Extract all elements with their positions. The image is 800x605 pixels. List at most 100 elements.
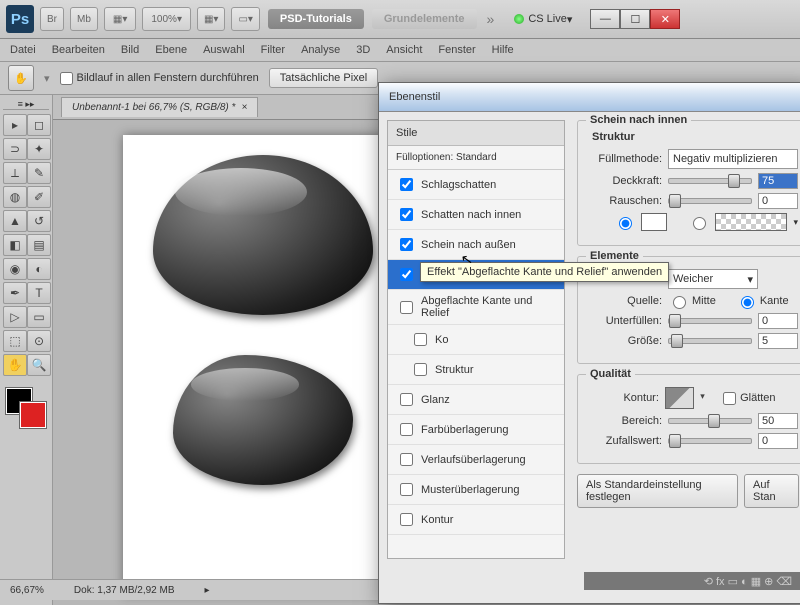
workspace-tab[interactable]: Grundelemente: [372, 9, 477, 29]
arrange-button[interactable]: ▦▾: [197, 7, 225, 31]
layers-panel-footer[interactable]: ⟲ fx ▭ ◐ ▦ ⊕ ⌫: [584, 572, 800, 590]
style-item[interactable]: Schatten nach innen: [388, 200, 564, 230]
tab-close-icon[interactable]: ×: [241, 102, 247, 113]
workspace-tab-active[interactable]: PSD-Tutorials: [268, 9, 364, 29]
lasso-tool[interactable]: ⊃: [3, 138, 27, 160]
technique-dropdown[interactable]: Weicher▾: [668, 269, 758, 289]
menu-analyse[interactable]: Analyse: [301, 44, 340, 56]
style-item[interactable]: Schein nach außen: [388, 230, 564, 260]
source-edge-radio[interactable]: Kante: [736, 293, 789, 309]
stamp-tool[interactable]: ▲: [3, 210, 27, 232]
3d-camera-tool[interactable]: ⊙: [27, 330, 51, 352]
menu-ebene[interactable]: Ebene: [155, 44, 187, 56]
fill-options[interactable]: Fülloptionen: Standard: [388, 146, 564, 170]
dodge-tool[interactable]: ◐: [27, 258, 51, 280]
antialias-checkbox[interactable]: Glätten: [723, 392, 798, 405]
menu-fenster[interactable]: Fenster: [438, 44, 475, 56]
struktur-heading: Struktur: [592, 131, 798, 143]
pen-tool[interactable]: ✒: [3, 282, 27, 304]
bridge-button[interactable]: Br: [40, 7, 64, 31]
size-value[interactable]: 5: [758, 333, 798, 349]
shape-tool[interactable]: ▭: [27, 306, 51, 328]
actual-pixels-button[interactable]: Tatsächliche Pixel: [269, 68, 378, 88]
menu-auswahl[interactable]: Auswahl: [203, 44, 245, 56]
make-default-button[interactable]: Als Standardeinstellung festlegen: [577, 474, 738, 508]
screen-mode-button[interactable]: ▭▾: [231, 7, 259, 31]
size-slider[interactable]: [668, 338, 752, 344]
zoom-tool[interactable]: 🔍: [27, 354, 51, 376]
style-item[interactable]: Kontur: [388, 505, 564, 535]
menu-3d[interactable]: 3D: [356, 44, 370, 56]
style-list: Stile Fülloptionen: Standard Schlagschat…: [387, 120, 565, 559]
healing-tool[interactable]: ◍: [3, 186, 27, 208]
close-button[interactable]: ✕: [650, 9, 680, 29]
style-item[interactable]: Glanz: [388, 385, 564, 415]
brush-tool[interactable]: ✐: [27, 186, 51, 208]
jitter-value[interactable]: 0: [758, 433, 798, 449]
crop-tool[interactable]: ⟂: [3, 162, 27, 184]
style-list-header[interactable]: Stile: [388, 121, 564, 146]
menu-bearbeiten[interactable]: Bearbeiten: [52, 44, 105, 56]
reset-default-button[interactable]: Auf Stan: [744, 474, 799, 508]
status-zoom[interactable]: 66,67%: [10, 585, 44, 596]
zoom-selector[interactable]: 100% ▾: [142, 7, 191, 31]
hand-tool-icon[interactable]: ✋: [8, 65, 34, 91]
menu-datei[interactable]: Datei: [10, 44, 36, 56]
color-swatches[interactable]: [6, 388, 46, 428]
view-selector[interactable]: ▦▾: [104, 7, 136, 31]
eyedropper-tool[interactable]: ✎: [27, 162, 51, 184]
app-titlebar: Ps Br Mb ▦▾ 100% ▾ ▦▾ ▭▾ PSD-Tutorials G…: [0, 0, 800, 39]
path-tool[interactable]: ▷: [3, 306, 27, 328]
canvas[interactable]: [123, 135, 403, 595]
noise-value[interactable]: 0: [758, 193, 798, 209]
blend-mode-dropdown[interactable]: Negativ multiplizieren: [668, 149, 798, 169]
choke-value[interactable]: 0: [758, 313, 798, 329]
gradient-radio[interactable]: [688, 214, 709, 230]
style-item[interactable]: Abgeflachte Kante und Relief: [388, 290, 564, 325]
style-item[interactable]: Schlagschatten: [388, 170, 564, 200]
menu-bild[interactable]: Bild: [121, 44, 139, 56]
tooltip: Effekt "Abgeflachte Kante und Relief" an…: [420, 262, 669, 282]
cs-live-button[interactable]: CS Live ▾: [514, 13, 572, 26]
type-tool[interactable]: T: [27, 282, 51, 304]
status-dok: Dok: 1,37 MB/2,92 MB: [74, 585, 175, 596]
style-item[interactable]: Musterüberlagerung: [388, 475, 564, 505]
menu-filter[interactable]: Filter: [261, 44, 285, 56]
marquee-tool[interactable]: ◻: [27, 114, 51, 136]
style-item[interactable]: Verlaufsüberlagerung: [388, 445, 564, 475]
range-value[interactable]: 50: [758, 413, 798, 429]
gradient-swatch[interactable]: [715, 213, 788, 231]
opacity-slider[interactable]: [668, 178, 752, 184]
maximize-button[interactable]: ☐: [620, 9, 650, 29]
noise-slider[interactable]: [668, 198, 752, 204]
dialog-titlebar[interactable]: Ebenenstil: [379, 83, 800, 112]
style-item[interactable]: Ko: [388, 325, 564, 355]
history-brush-tool[interactable]: ↺: [27, 210, 51, 232]
menu-bar: Datei Bearbeiten Bild Ebene Auswahl Filt…: [0, 39, 800, 62]
document-tab[interactable]: Unbenannt-1 bei 66,7% (S, RGB/8) *×: [61, 97, 258, 117]
menu-hilfe[interactable]: Hilfe: [492, 44, 514, 56]
color-swatch[interactable]: [641, 213, 667, 231]
minibridge-button[interactable]: Mb: [70, 7, 98, 31]
source-center-radio[interactable]: Mitte: [668, 293, 716, 309]
3d-tool[interactable]: ⬚: [3, 330, 27, 352]
style-item[interactable]: Struktur: [388, 355, 564, 385]
workspace-more-icon[interactable]: »: [487, 11, 495, 27]
color-radio[interactable]: [614, 214, 635, 230]
opacity-value[interactable]: 75: [758, 173, 798, 189]
gradient-tool[interactable]: ▤: [27, 234, 51, 256]
wand-tool[interactable]: ✦: [27, 138, 51, 160]
range-slider[interactable]: [668, 418, 752, 424]
contour-picker[interactable]: [665, 387, 694, 409]
minimize-button[interactable]: —: [590, 9, 620, 29]
style-item[interactable]: Farbüberlagerung: [388, 415, 564, 445]
scroll-all-checkbox[interactable]: Bildlauf in allen Fenstern durchführen: [60, 72, 259, 85]
move-tool[interactable]: ▸: [3, 114, 27, 136]
jitter-slider[interactable]: [668, 438, 752, 444]
hand-tool[interactable]: ✋: [3, 354, 27, 376]
choke-slider[interactable]: [668, 318, 752, 324]
blur-tool[interactable]: ◉: [3, 258, 27, 280]
menu-ansicht[interactable]: Ansicht: [386, 44, 422, 56]
tools-panel: ≡ ▸▸ ▸◻ ⊃✦ ⟂✎ ◍✐ ▲↺ ◧▤ ◉◐ ✒T ▷▭ ⬚⊙ ✋🔍: [0, 95, 53, 605]
eraser-tool[interactable]: ◧: [3, 234, 27, 256]
